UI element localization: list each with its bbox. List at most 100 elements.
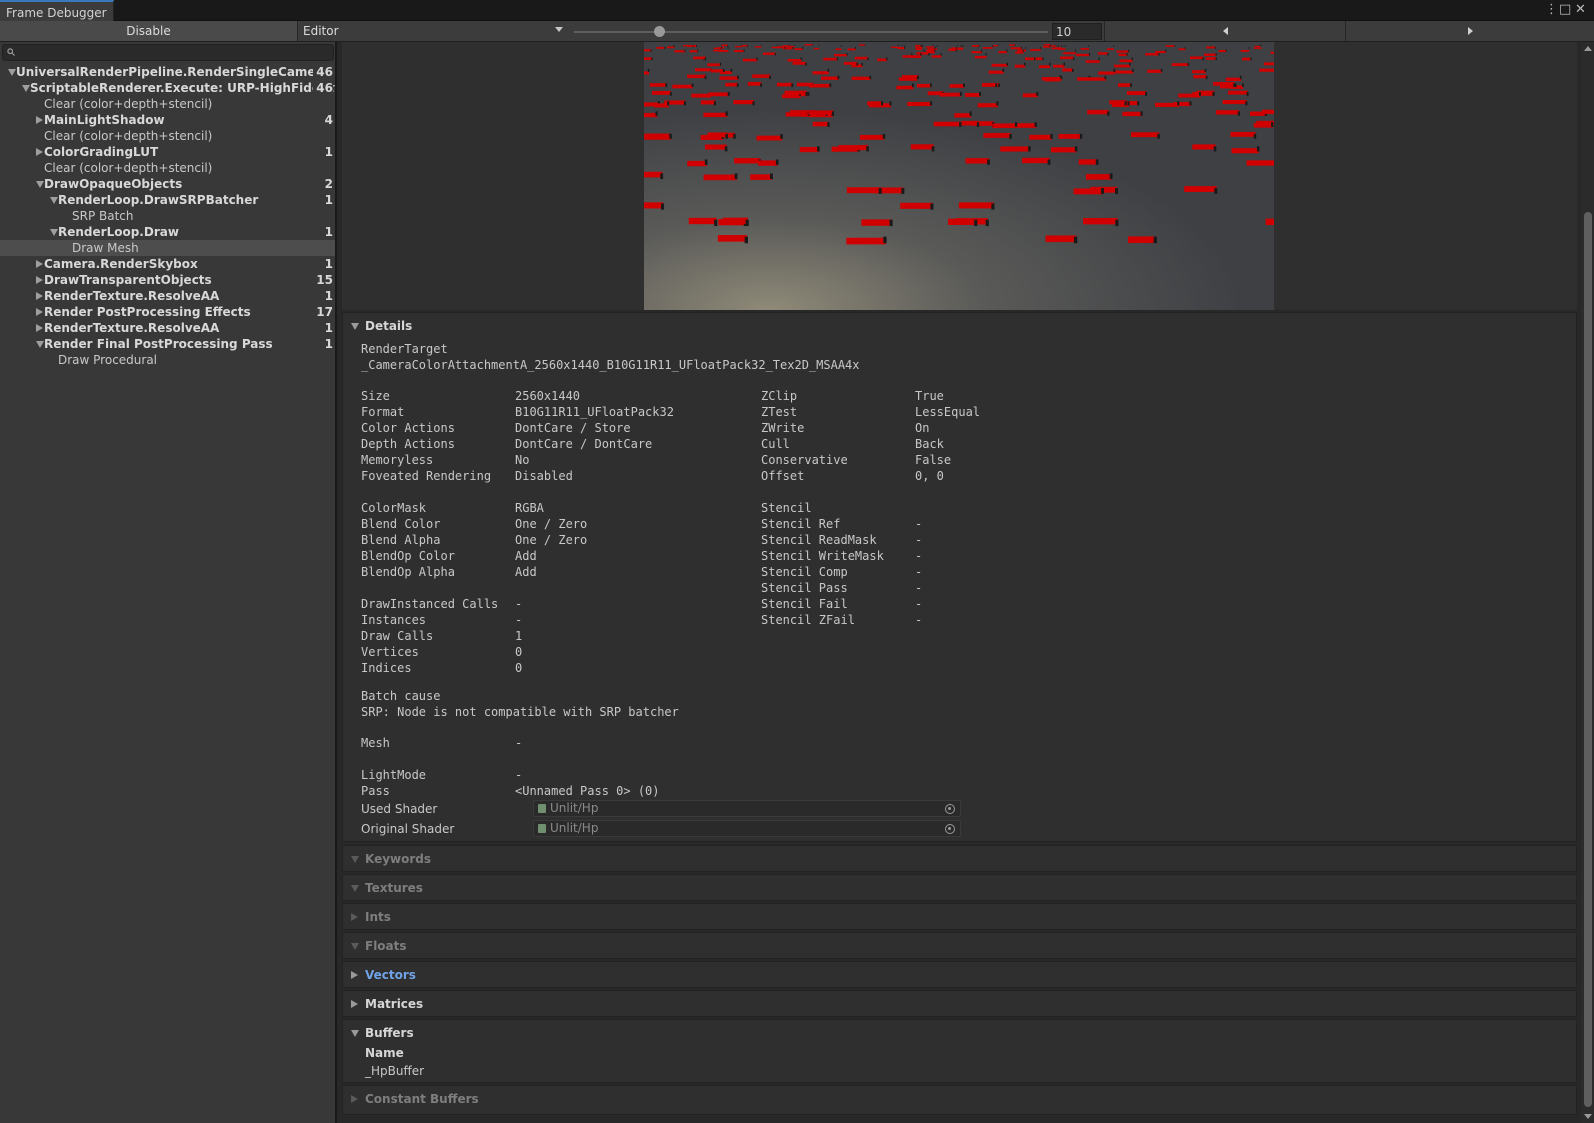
tree-item[interactable]: Render PostProcessing Effects 17 [0,304,335,320]
foldout-closed-icon[interactable] [36,260,43,268]
tree-item[interactable]: RenderTexture.ResolveAA 1 [0,320,335,336]
preview-cube-shadow [730,68,733,72]
tree-item[interactable]: ColorGradingLUT 1 [0,144,335,160]
foldout-closed-icon[interactable] [36,308,43,316]
keywords-header[interactable]: Keywords [343,846,1576,872]
kebab-menu-icon[interactable]: ⋮ [1545,2,1558,18]
maximize-icon[interactable]: □ [1559,2,1571,18]
preview-cube-shadow [991,203,995,210]
scroll-down-icon[interactable] [1584,1114,1592,1119]
floats-section[interactable]: Floats [342,932,1577,959]
matrices-header[interactable]: Matrices [343,991,1576,1017]
tree-item[interactable]: MainLightShadow 4 [0,112,335,128]
tree-item[interactable]: SRP Batch [0,208,335,224]
target-dropdown[interactable]: Editor [299,21,569,41]
tree-item[interactable]: ScriptableRenderer.Execute: URP-HighFide… [0,80,335,96]
foldout-closed-icon[interactable] [36,292,43,300]
tree-item[interactable]: DrawOpaqueObjects 2 [0,176,335,192]
tree-item[interactable]: Clear (color+depth+stencil) [0,160,335,176]
details-panel: Details RenderTarget _CameraColorAttachm… [339,42,1581,1123]
tree-item[interactable]: Render Final PostProcessing Pass 1 [0,336,335,352]
scrollbar-thumb[interactable] [1584,212,1592,1107]
ints-header[interactable]: Ints [343,904,1576,930]
foldout-open-icon[interactable] [50,229,58,236]
tree-item[interactable]: DrawTransparentObjects 15 [0,272,335,288]
vertical-scrollbar[interactable] [1581,42,1594,1123]
frame-debugger-tab[interactable]: Frame Debugger [0,0,114,21]
vectors-header[interactable]: Vectors [343,962,1576,988]
foldout-open-icon[interactable] [36,181,44,188]
preview-cube-shadow [846,53,848,56]
original-shader-value: Unlit/Hp [550,821,599,835]
foldout-open-icon [351,1030,359,1037]
mesh-label: Mesh [361,736,390,750]
object-picker-icon[interactable] [945,804,955,814]
preview-cube-shadow [987,159,990,165]
vectors-section[interactable]: Vectors [342,961,1577,988]
foldout-open-icon[interactable] [8,69,16,76]
frame-number-field[interactable]: 10 [1052,23,1102,40]
foldout-closed-icon[interactable] [36,324,43,332]
preview-cube-shadow [792,46,794,49]
original-shader-field[interactable]: Unlit/Hp [533,820,961,837]
disable-button[interactable]: Disable [0,21,298,41]
frame-slider[interactable] [574,31,1048,33]
preview-cube-shadow [974,219,978,227]
tree-item[interactable]: RenderLoop.Draw 1 [0,224,335,240]
tree-item-count: 2 [321,176,333,192]
constant-buffers-header[interactable]: Constant Buffers [343,1086,1576,1112]
foldout-closed-icon[interactable] [36,116,43,124]
textures-header[interactable]: Textures [343,875,1576,901]
preview-cube-shadow [881,101,884,106]
tree-item[interactable]: Draw Procedural [0,352,335,368]
constant-buffers-section[interactable]: Constant Buffers [342,1085,1577,1115]
foldout-closed-icon[interactable] [36,148,43,156]
search-input[interactable] [2,44,334,61]
preview-cube-shadow [985,219,989,227]
matrices-section[interactable]: Matrices [342,990,1577,1017]
tree-item[interactable]: UniversalRenderPipeline.RenderSingleCame… [0,64,335,80]
preview-cube-shadow [1202,57,1204,61]
ints-section[interactable]: Ints [342,903,1577,930]
foldout-open-icon[interactable] [50,197,58,204]
preview-cube-shadow [1063,62,1065,66]
used-shader-field[interactable]: Unlit/Hp [533,800,961,817]
foldout-open-icon [351,323,359,330]
floats-header[interactable]: Floats [343,933,1576,959]
buffers-header[interactable]: Buffers [343,1020,1576,1046]
preview-cube [1155,50,1167,54]
tree-item[interactable]: Clear (color+depth+stencil) [0,128,335,144]
tree-item[interactable]: Camera.RenderSkybox 1 [0,256,335,272]
preview-cube [877,58,888,62]
search-icon [7,48,15,56]
preview-cube [644,171,663,178]
tree-item[interactable]: Draw Mesh [0,240,335,256]
foldout-closed-icon[interactable] [36,276,43,284]
preview-cube-shadow [962,45,964,47]
detail-key: Foveated Rendering [361,469,492,483]
tree-item[interactable]: RenderLoop.DrawSRPBatcher 1 [0,192,335,208]
scroll-up-icon[interactable] [1584,46,1592,51]
foldout-open-icon[interactable] [22,85,30,92]
details-title: Details [365,319,413,333]
preview-cube [812,71,829,75]
preview-cube-shadow [1049,45,1051,47]
preview-cube [786,45,795,48]
tree-item-label: Draw Mesh [72,241,139,255]
textures-section[interactable]: Textures [342,874,1577,901]
frame-slider-thumb[interactable] [654,26,666,37]
details-header[interactable]: Details [343,313,1576,339]
preview-cube-shadow [725,133,728,139]
preview-cube-shadow [1028,146,1031,152]
keywords-section[interactable]: Keywords [342,845,1577,872]
previous-event-button[interactable] [1104,21,1346,41]
foldout-open-icon[interactable] [36,341,44,348]
object-picker-icon[interactable] [945,824,955,834]
next-event-button[interactable] [1347,21,1594,41]
preview-cube-shadow [704,159,708,165]
preview-cube-shadow [960,45,962,47]
tree-item[interactable]: RenderTexture.ResolveAA 1 [0,288,335,304]
tree-item[interactable]: Clear (color+depth+stencil) [0,96,335,112]
close-icon[interactable]: ✕ [1575,2,1586,18]
preview-cube-shadow [714,219,718,227]
